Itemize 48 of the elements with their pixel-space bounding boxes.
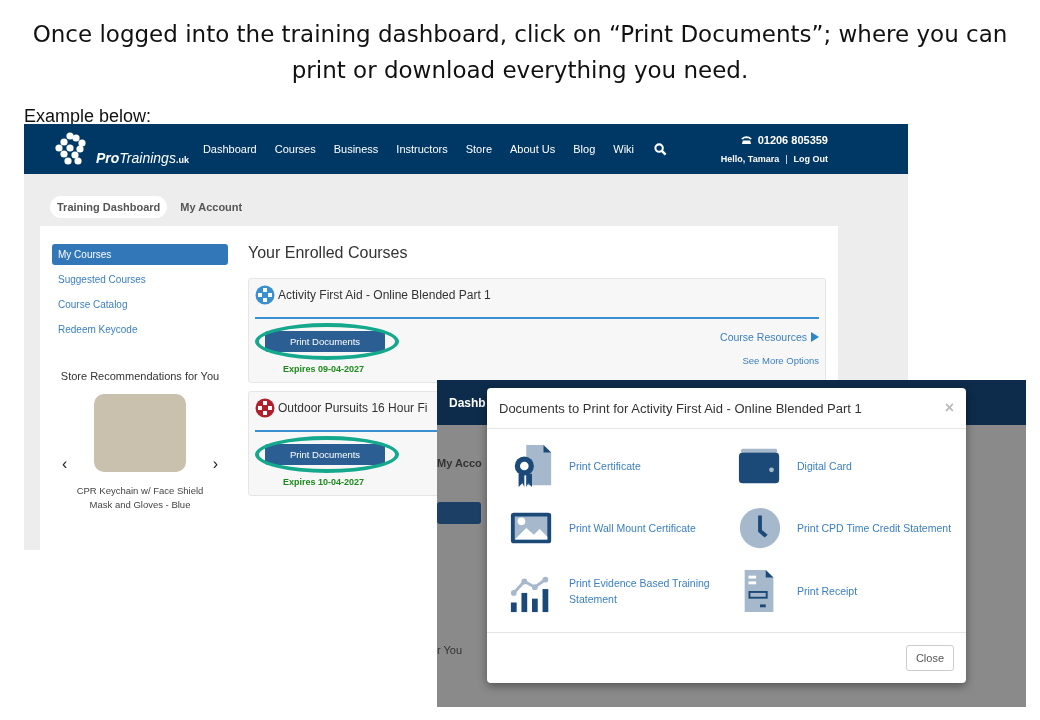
nav-link[interactable]: About Us <box>510 143 556 155</box>
course-resources-link[interactable]: Course Resources <box>720 331 819 343</box>
nav-link[interactable]: Business <box>333 143 379 155</box>
document-link[interactable]: Digital Card <box>797 458 852 475</box>
store-title: r You <box>437 644 463 656</box>
separator: | <box>785 154 788 164</box>
nav-link[interactable]: Instructors <box>396 143 448 155</box>
tab[interactable]: My Account <box>173 196 250 218</box>
print-documents-button[interactable]: Print Documents <box>265 444 385 465</box>
document-link[interactable]: Print Receipt <box>797 582 858 599</box>
sidebar-item[interactable]: Course Catalog <box>52 294 228 315</box>
close-button[interactable]: Close <box>905 645 954 671</box>
slide-caption: Example below: <box>24 106 152 127</box>
nav-link[interactable]: Store <box>465 143 492 155</box>
course-title[interactable]: Outdoor Pursuits 16 Hour Fi <box>278 401 428 415</box>
logout-link[interactable]: Log Out <box>793 154 828 164</box>
phone-icon <box>739 135 753 145</box>
nav-link[interactable]: Dashb <box>449 395 486 410</box>
logo-text[interactable]: ProTrainings.uk <box>96 150 189 166</box>
nav-link[interactable]: Wiki <box>613 143 635 155</box>
sidebar-item[interactable]: Redeem Keycode <box>52 319 228 340</box>
expiry-date: Expires 09-04-2027 <box>283 364 365 374</box>
course-title[interactable]: Activity First Aid - Online Blended Part 1 <box>278 288 491 302</box>
store-title: Store Recommendations for You <box>59 370 221 382</box>
expiry-date: Expires 10-04-2027 <box>283 477 365 487</box>
sidebar-item[interactable]: Suggested Courses <box>52 269 228 290</box>
page-title: Your Enrolled Courses <box>248 244 409 262</box>
product-name[interactable]: CPR Keychain w/ Face Shield Mask and Gloves - Blue <box>76 484 204 512</box>
sidebar-item[interactable]: My Courses <box>52 244 228 265</box>
dialog-title: Documents to Print for Activity First Aid - Online Blended Part 1 <box>499 400 862 416</box>
greeting-text: Hello, Tamara <box>720 154 780 164</box>
nav-link[interactable]: Dashboard <box>202 143 257 155</box>
search-icon[interactable] <box>654 142 668 156</box>
document-link[interactable]: Print Wall Mount Certificate <box>569 520 696 537</box>
next-arrow[interactable]: › <box>212 456 218 472</box>
nav-link[interactable]: Blog <box>573 143 596 155</box>
previous-arrow[interactable]: ‹ <box>62 456 68 472</box>
document-link[interactable]: Print Evidence Based Training Statement <box>569 574 737 607</box>
tab[interactable]: Training Dashboard <box>50 196 168 218</box>
phone-number: 01206 805359 <box>757 134 828 146</box>
see-more-options-link[interactable]: See More Options <box>742 355 819 366</box>
play-triangle-icon <box>811 332 819 342</box>
print-documents-button[interactable]: Print Documents <box>265 331 385 352</box>
slide-heading: Once logged into the training dashboard, click on “Print Documents”; where you can print or download everything you need. <box>31 20 1009 85</box>
document-link[interactable]: Print CPD Time Credit Statement <box>797 520 952 537</box>
tab[interactable]: My Acco <box>437 457 482 469</box>
document-link[interactable]: Print Certificate <box>569 458 641 475</box>
nav-link[interactable]: Courses <box>274 143 316 155</box>
